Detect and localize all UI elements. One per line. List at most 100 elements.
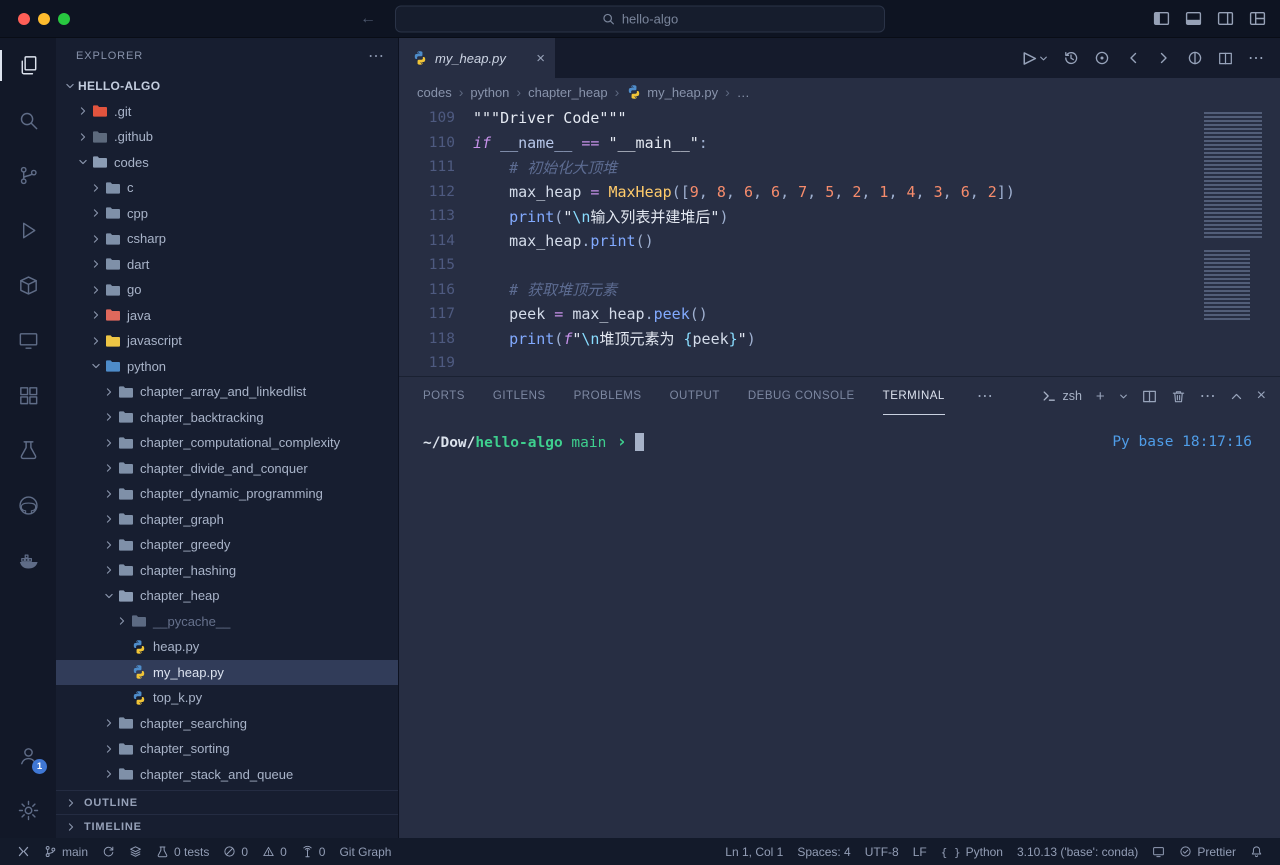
status-eol[interactable]: LF: [906, 838, 934, 865]
breadcrumb-chapter-heap[interactable]: chapter_heap: [528, 85, 608, 100]
panel-more-actions-icon[interactable]: ⋯: [1200, 386, 1216, 406]
tree-item-chapter-array-and-linkedlist[interactable]: chapter_array_and_linkedlist: [56, 379, 398, 405]
tab-my-heap-py[interactable]: my_heap.py ×: [399, 38, 555, 78]
breadcrumb-item[interactable]: …: [737, 85, 750, 100]
tree-item-chapter-greedy[interactable]: chapter_greedy: [56, 532, 398, 558]
panel-tab-terminal[interactable]: TERMINAL: [883, 377, 945, 415]
package-explorer-icon[interactable]: [0, 258, 56, 313]
status-tests-status[interactable]: 0 tests: [149, 838, 216, 865]
timeline-section[interactable]: TIMELINE: [56, 814, 398, 838]
tree-item-chapter-hashing[interactable]: chapter_hashing: [56, 558, 398, 584]
tree-item-chapter-sorting[interactable]: chapter_sorting: [56, 736, 398, 762]
terminal-dropdown-icon[interactable]: [1119, 392, 1128, 401]
tree-item-my-heap-py[interactable]: my_heap.py: [56, 660, 398, 686]
tree-item-chapter-divide-and-conquer[interactable]: chapter_divide_and_conquer: [56, 456, 398, 482]
minimize-window-button[interactable]: [38, 13, 50, 25]
tree-item-chapter-graph[interactable]: chapter_graph: [56, 507, 398, 533]
minimap[interactable]: [1204, 112, 1274, 332]
status-errors-count[interactable]: 0: [216, 838, 255, 865]
panel-more-tabs-icon[interactable]: ⋯: [977, 386, 993, 406]
open-changes-icon[interactable]: [1094, 50, 1110, 66]
tree-item-chapter-heap[interactable]: chapter_heap: [56, 583, 398, 609]
status-terminal-screen[interactable]: [1145, 838, 1172, 865]
more-actions-icon[interactable]: ⋯: [1248, 48, 1264, 68]
toggle-panel-icon[interactable]: [1185, 10, 1202, 27]
panel-tab-gitlens[interactable]: GITLENS: [493, 377, 546, 415]
status-cursor-position[interactable]: Ln 1, Col 1: [718, 838, 790, 865]
status-git-branch[interactable]: main: [37, 838, 95, 865]
status-commit-graph[interactable]: [122, 838, 149, 865]
run-python-file-button[interactable]: [1020, 50, 1048, 67]
toggle-secondary-sidebar-icon[interactable]: [1217, 10, 1234, 27]
settings-gear-icon[interactable]: [0, 783, 56, 838]
remote-explorer-icon[interactable]: [0, 313, 56, 368]
testing-icon[interactable]: [0, 423, 56, 478]
tree-item-codes[interactable]: codes: [56, 150, 398, 176]
search-sidebar-icon[interactable]: [0, 93, 56, 148]
split-terminal-icon[interactable]: [1142, 389, 1157, 404]
panel-tab-debug-console[interactable]: DEBUG CONSOLE: [748, 377, 855, 415]
next-change-icon[interactable]: [1156, 50, 1172, 66]
kill-terminal-icon[interactable]: [1171, 389, 1186, 404]
status-notifications-bell[interactable]: [1243, 838, 1270, 865]
tree-item-cpp[interactable]: cpp: [56, 201, 398, 227]
breadcrumb-my-heap-py[interactable]: my_heap.py: [626, 84, 718, 100]
github-icon[interactable]: [0, 478, 56, 533]
panel-tab-output[interactable]: OUTPUT: [670, 377, 720, 415]
maximize-window-button[interactable]: [58, 13, 70, 25]
tree-item-top-k-py[interactable]: top_k.py: [56, 685, 398, 711]
terminal-shell-select[interactable]: zsh: [1042, 389, 1081, 403]
panel-tab-ports[interactable]: PORTS: [423, 377, 465, 415]
customize-layout-icon[interactable]: [1249, 10, 1266, 27]
status-git-graph[interactable]: Git Graph: [332, 838, 398, 865]
toggle-sidebar-icon[interactable]: [1153, 10, 1170, 27]
explorer-icon[interactable]: [0, 38, 56, 93]
status-remote-indicator[interactable]: [10, 838, 37, 865]
close-window-button[interactable]: [18, 13, 30, 25]
extensions-icon[interactable]: [0, 368, 56, 423]
panel-tab-problems[interactable]: PROBLEMS: [574, 377, 642, 415]
source-control-icon[interactable]: [0, 148, 56, 203]
tree-item-javascript[interactable]: javascript: [56, 328, 398, 354]
status-language-mode[interactable]: { }Python: [934, 838, 1010, 865]
breadcrumb-python[interactable]: python: [470, 85, 509, 100]
tree-item-chapter-searching[interactable]: chapter_searching: [56, 711, 398, 737]
new-terminal-button[interactable]: +: [1096, 388, 1105, 405]
tree-item-dart[interactable]: dart: [56, 252, 398, 278]
close-panel-icon[interactable]: ×: [1257, 387, 1266, 405]
tree-item-pycache[interactable]: __pycache__: [56, 609, 398, 635]
accounts-icon[interactable]: 1: [0, 728, 56, 783]
breadcrumb-codes[interactable]: codes: [417, 85, 452, 100]
outline-section[interactable]: OUTLINE: [56, 790, 398, 814]
tree-item-python[interactable]: python: [56, 354, 398, 380]
code-editor[interactable]: 109"""Driver Code"""110if __name__ == "_…: [399, 106, 1280, 376]
command-center-search[interactable]: hello-algo: [395, 5, 885, 32]
tree-item-chapter-backtracking[interactable]: chapter_backtracking: [56, 405, 398, 431]
status-ports-count[interactable]: 0: [294, 838, 333, 865]
run-debug-icon[interactable]: [0, 203, 56, 258]
tree-item-git[interactable]: .git: [56, 99, 398, 125]
tree-item-github[interactable]: .github: [56, 124, 398, 150]
tree-item-csharp[interactable]: csharp: [56, 226, 398, 252]
tree-item-chapter-stack-and-queue[interactable]: chapter_stack_and_queue: [56, 762, 398, 788]
back-arrow-icon[interactable]: ←: [360, 10, 376, 28]
timeline-history-icon[interactable]: [1063, 50, 1079, 66]
status-indentation[interactable]: Spaces: 4: [790, 838, 857, 865]
tree-item-hello-algo[interactable]: HELLO-ALGO: [56, 73, 398, 99]
status-sync-changes[interactable]: [95, 838, 122, 865]
status-warnings-count[interactable]: 0: [255, 838, 294, 865]
explorer-more-actions-icon[interactable]: ⋯: [368, 46, 384, 66]
run-profile-icon[interactable]: [1187, 50, 1203, 66]
status-prettier-status[interactable]: Prettier: [1172, 838, 1243, 865]
split-editor-icon[interactable]: [1218, 51, 1233, 66]
tree-item-c[interactable]: c: [56, 175, 398, 201]
tree-item-heap-py[interactable]: heap.py: [56, 634, 398, 660]
tree-item-java[interactable]: java: [56, 303, 398, 329]
maximize-panel-icon[interactable]: [1230, 390, 1243, 403]
tree-item-go[interactable]: go: [56, 277, 398, 303]
tree-item-chapter-dynamic-programming[interactable]: chapter_dynamic_programming: [56, 481, 398, 507]
tree-item-chapter-computational-complexity[interactable]: chapter_computational_complexity: [56, 430, 398, 456]
close-tab-icon[interactable]: ×: [536, 50, 545, 67]
status-encoding[interactable]: UTF-8: [858, 838, 906, 865]
status-python-interpreter[interactable]: 3.10.13 ('base': conda): [1010, 838, 1145, 865]
